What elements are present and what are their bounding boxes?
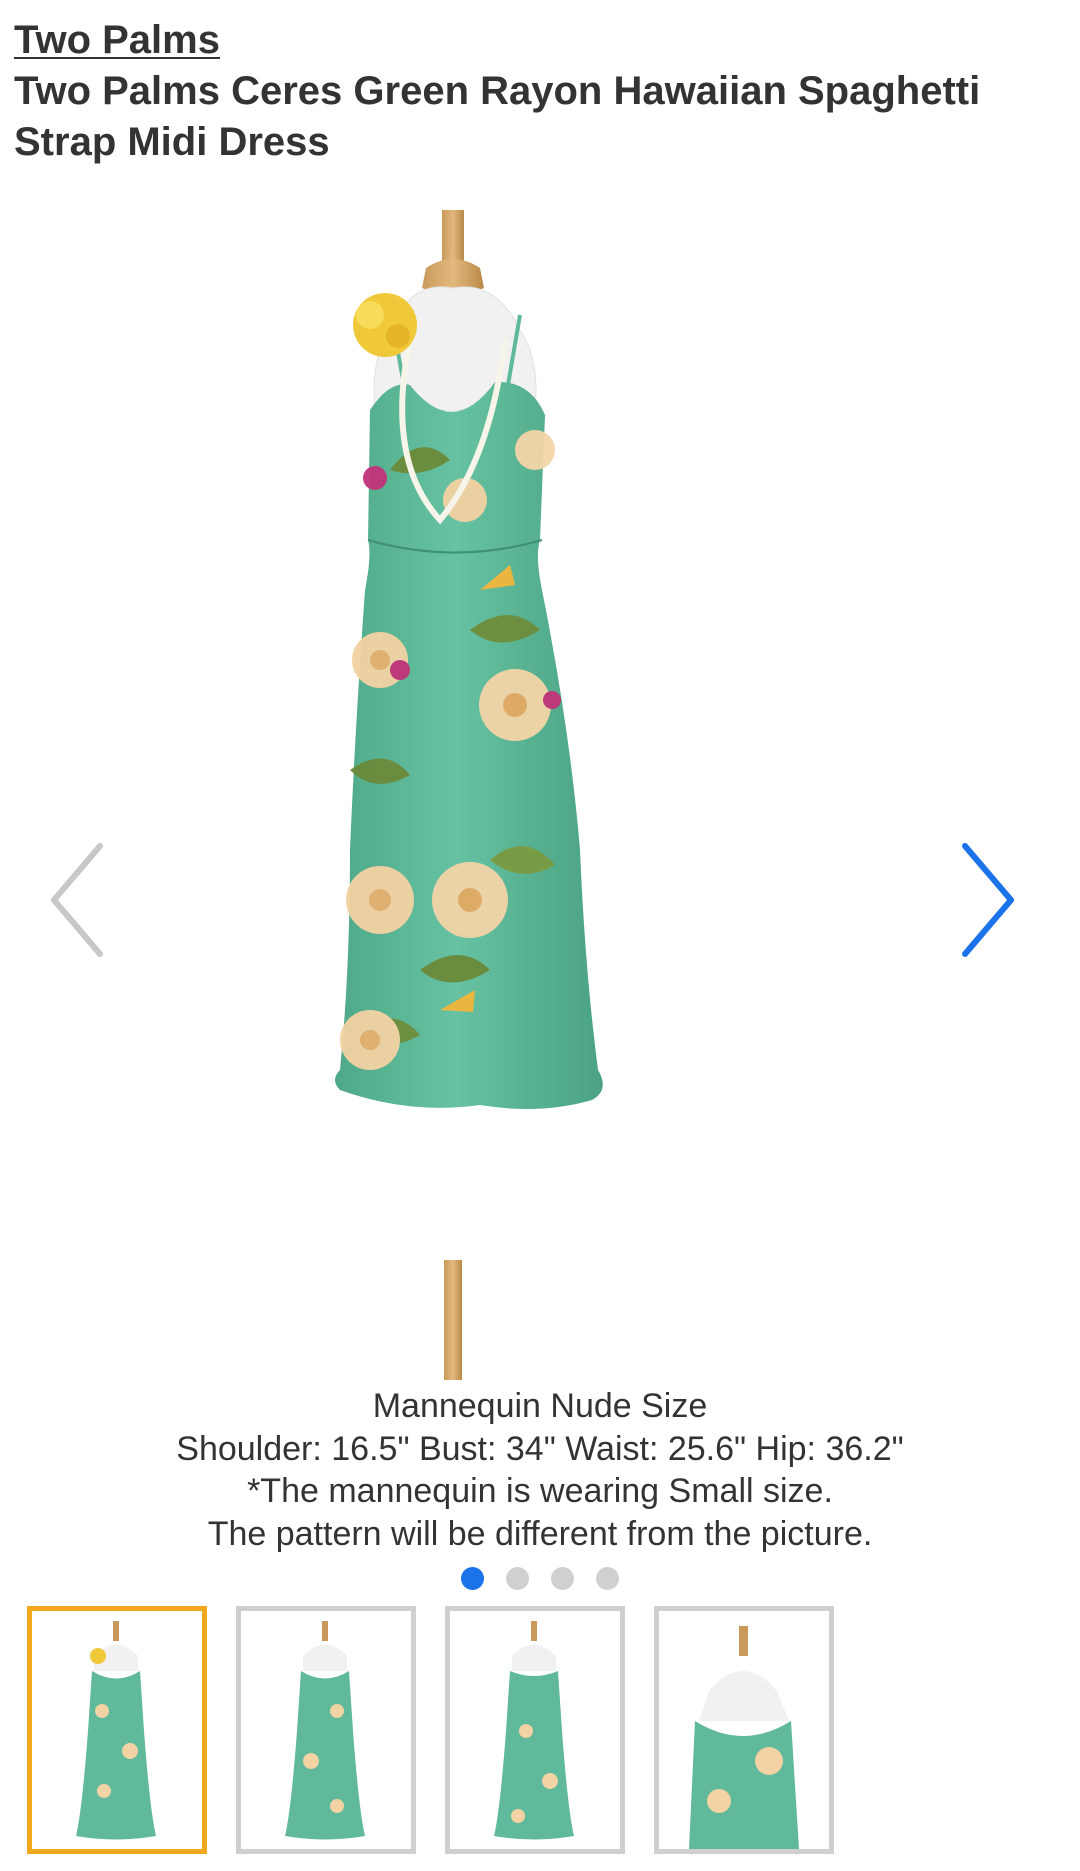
caption-heading: Mannequin Nude Size (372, 1387, 708, 1425)
image-carousel[interactable] (0, 210, 1080, 1390)
chevron-left-icon (51, 843, 103, 957)
thumbnail-3-image (494, 1621, 574, 1840)
previous-image-button[interactable] (40, 830, 130, 970)
pagination-dot-1[interactable] (461, 1567, 484, 1590)
thumbnail-1[interactable] (27, 1606, 207, 1854)
carousel-pagination (0, 1567, 1080, 1591)
next-image-button[interactable] (935, 830, 1025, 970)
image-caption: Mannequin Nude Size Shoulder: 16.5" Bust… (0, 1385, 1080, 1555)
thumbnail-4[interactable] (654, 1606, 834, 1854)
caption-size-note: *The mannequin is wearing Small size. (247, 1472, 833, 1510)
thumbnail-1-image (76, 1621, 156, 1840)
thumbnail-2-image (285, 1621, 365, 1840)
product-image (335, 210, 603, 1380)
chevron-right-icon (962, 843, 1014, 957)
product-title: Two Palms Ceres Green Rayon Hawaiian Spa… (14, 69, 981, 164)
caption-pattern-note: The pattern will be different from the p… (207, 1514, 873, 1553)
brand-link[interactable]: Two Palms (14, 16, 220, 64)
pagination-dot-4[interactable] (596, 1567, 619, 1590)
pagination-dot-3[interactable] (551, 1567, 574, 1590)
thumbnail-4-image (689, 1626, 799, 1849)
thumbnail-3[interactable] (445, 1606, 625, 1854)
thumbnail-2[interactable] (236, 1606, 416, 1854)
thumbnail-strip (0, 1606, 1080, 1866)
caption-measurements: Shoulder: 16.5" Bust: 34" Waist: 25.6" H… (176, 1429, 904, 1468)
pagination-dot-2[interactable] (506, 1567, 529, 1590)
